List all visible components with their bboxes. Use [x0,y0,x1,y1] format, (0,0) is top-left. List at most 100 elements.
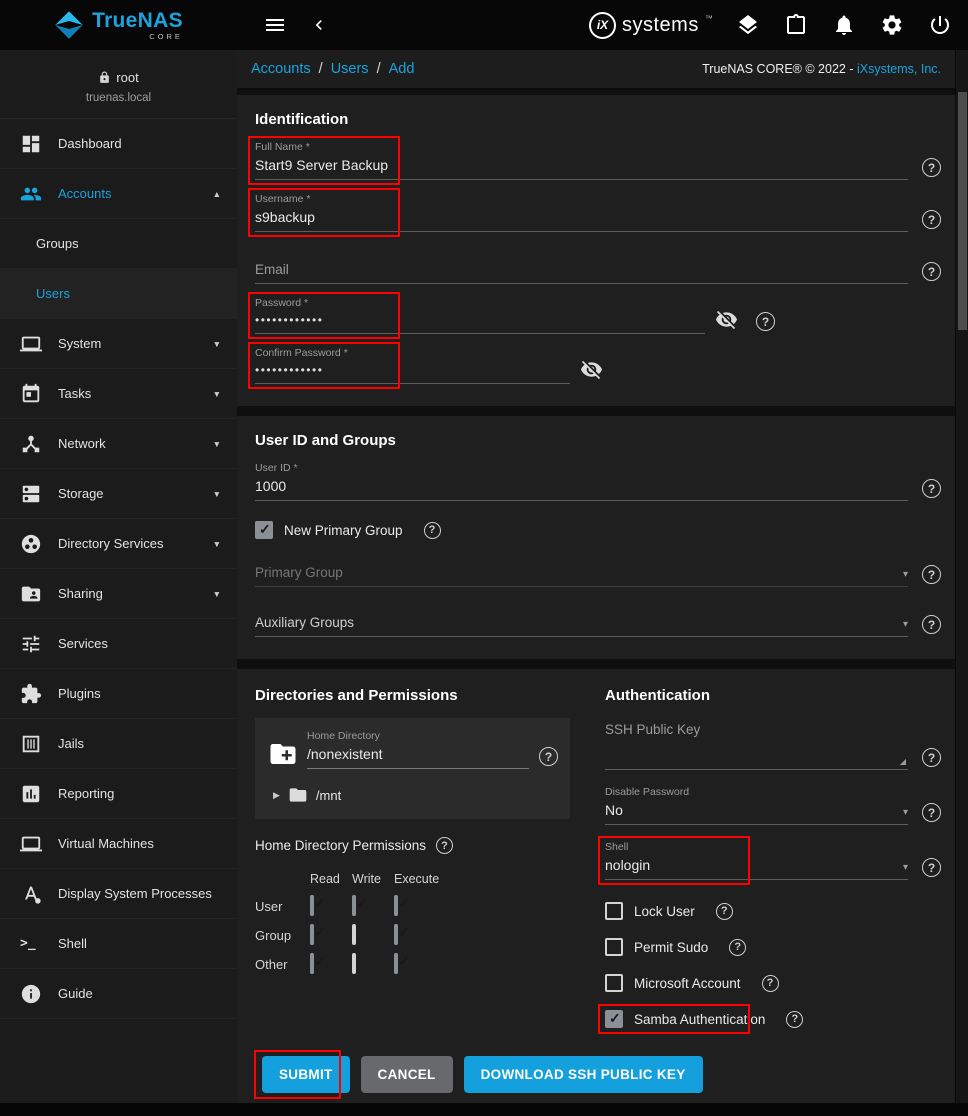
menu-icon[interactable] [263,13,287,37]
dropdown-arrow-icon[interactable]: ▾ [903,807,908,818]
sidebar-item-network[interactable]: Network ▼ [0,419,237,469]
sidebar-item-dashboard[interactable]: Dashboard [0,119,237,169]
group-read-checkbox[interactable] [310,924,314,945]
group-write-checkbox[interactable] [352,924,356,945]
other-write-checkbox[interactable] [352,953,356,974]
sidebar-item-accounts[interactable]: Accounts ▲ [0,169,237,219]
confirm-password-input[interactable]: •••••••••••• [255,359,570,384]
breadcrumb-users[interactable]: Users [331,61,369,77]
disable-password-select[interactable]: No ▾ [605,798,908,825]
help-icon[interactable]: ? [922,748,941,767]
other-read-checkbox[interactable] [310,953,314,974]
sidebar-item-display-system-processes[interactable]: Display System Processes [0,869,237,919]
sidebar-item-tasks[interactable]: Tasks ▼ [0,369,237,419]
help-icon[interactable]: ? [424,522,441,539]
sidebar-item-reporting[interactable]: Reporting [0,769,237,819]
user-write-checkbox[interactable] [352,895,356,916]
resize-handle-icon[interactable]: ◢ [900,757,906,766]
auxiliary-groups-select[interactable]: Auxiliary Groups ▾ [255,611,908,637]
full-name-input[interactable]: Start9 Server Backup [255,153,908,180]
sidebar-item-label: Users [36,286,70,301]
dropdown-arrow-icon[interactable]: ▾ [903,619,908,630]
help-icon[interactable]: ? [729,939,746,956]
ssh-public-key-textarea[interactable]: SSH Public Key ◢ [605,722,908,770]
sidebar-item-guide[interactable]: Guide [0,969,237,1019]
password-input[interactable]: •••••••••••• [255,309,705,334]
sidebar-item-shell[interactable]: >_ Shell [0,919,237,969]
lock-icon [98,71,111,84]
top-bar-main: iX systems ™ [237,0,968,50]
permit-sudo-checkbox[interactable] [605,938,623,956]
sidebar-item-directory-services[interactable]: Directory Services ▼ [0,519,237,569]
back-icon[interactable] [309,15,329,35]
full-name-field: Full Name * Start9 Server Backup ? [255,141,941,180]
sidebar-item-sharing[interactable]: Sharing ▼ [0,569,237,619]
password-field: Password * •••••••••••• ? [255,297,941,334]
cancel-button[interactable]: CANCEL [361,1056,453,1093]
ix-text: systems [622,14,699,37]
create-folder-icon[interactable] [267,739,299,769]
shell-select[interactable]: nologin ▾ [605,853,908,880]
sidebar-item-storage[interactable]: Storage ▼ [0,469,237,519]
power-icon[interactable] [928,13,952,37]
breadcrumb-accounts[interactable]: Accounts [251,61,311,77]
sidebar-item-system[interactable]: System ▼ [0,319,237,369]
sidebar-item-virtual-machines[interactable]: Virtual Machines [0,819,237,869]
tree-item-mnt[interactable]: ▶ /mnt [267,785,558,805]
ixsystems-link[interactable]: iXsystems, Inc. [857,62,941,76]
copyright-text: TrueNAS CORE® © 2022 - iXsystems, Inc. [702,62,941,76]
toggle-password-visibility-icon[interactable] [715,308,738,331]
primary-group-select[interactable]: Primary Group ▾ [255,561,908,587]
help-icon[interactable]: ? [922,262,941,281]
help-icon[interactable]: ? [922,158,941,177]
sidebar-item-groups[interactable]: Groups [0,219,237,269]
disable-password-field: Disable Password No ▾ ? [605,786,941,825]
help-icon[interactable]: ? [922,565,941,584]
help-icon[interactable]: ? [922,803,941,822]
dropdown-arrow-icon[interactable]: ▾ [903,569,908,580]
username-input[interactable]: s9backup [255,205,908,232]
user-id-field: User ID * 1000 ? [255,462,941,501]
toggle-password-visibility-icon[interactable] [580,358,603,381]
username-label: Username * [255,193,908,205]
sidebar-item-users[interactable]: Users [0,269,237,319]
home-directory-input[interactable]: /nonexistent [307,742,529,769]
help-icon[interactable]: ? [922,479,941,498]
primary-group-field: Primary Group ▾ ? [255,561,941,587]
dropdown-arrow-icon[interactable]: ▾ [903,862,908,873]
group-execute-checkbox[interactable] [394,924,398,945]
microsoft-account-label: Microsoft Account [634,976,741,991]
help-icon[interactable]: ? [716,903,733,920]
tasks-clipboard-icon[interactable] [784,13,808,37]
microsoft-account-checkbox[interactable] [605,974,623,992]
help-icon[interactable]: ? [786,1011,803,1028]
samba-authentication-checkbox[interactable] [605,1010,623,1028]
user-read-checkbox[interactable] [310,895,314,916]
help-icon[interactable]: ? [762,975,779,992]
settings-gear-icon[interactable] [880,13,904,37]
download-ssh-public-key-button[interactable]: DOWNLOAD SSH PUBLIC KEY [464,1056,703,1093]
truecommand-icon[interactable] [736,13,760,37]
help-icon[interactable]: ? [436,837,453,854]
other-execute-checkbox[interactable] [394,953,398,974]
sidebar-item-jails[interactable]: Jails [0,719,237,769]
logo-area: TrueNAS CORE [0,10,237,41]
submit-button[interactable]: SUBMIT [262,1056,350,1093]
email-input[interactable]: Email [255,258,908,284]
scrollbar-thumb[interactable] [958,92,967,330]
help-icon[interactable]: ? [539,747,558,766]
tree-expand-icon[interactable]: ▶ [273,790,280,801]
help-icon[interactable]: ? [922,858,941,877]
user-id-input[interactable]: 1000 [255,474,908,501]
lock-user-checkbox[interactable] [605,902,623,920]
help-icon[interactable]: ? [756,312,775,331]
new-primary-group-checkbox[interactable] [255,521,273,539]
sidebar-item-plugins[interactable]: Plugins [0,669,237,719]
notifications-bell-icon[interactable] [832,13,856,37]
vertical-scrollbar[interactable] [955,50,968,1116]
help-icon[interactable]: ? [922,615,941,634]
user-execute-checkbox[interactable] [394,895,398,916]
breadcrumb-add[interactable]: Add [389,61,415,77]
help-icon[interactable]: ? [922,210,941,229]
sidebar-item-services[interactable]: Services [0,619,237,669]
